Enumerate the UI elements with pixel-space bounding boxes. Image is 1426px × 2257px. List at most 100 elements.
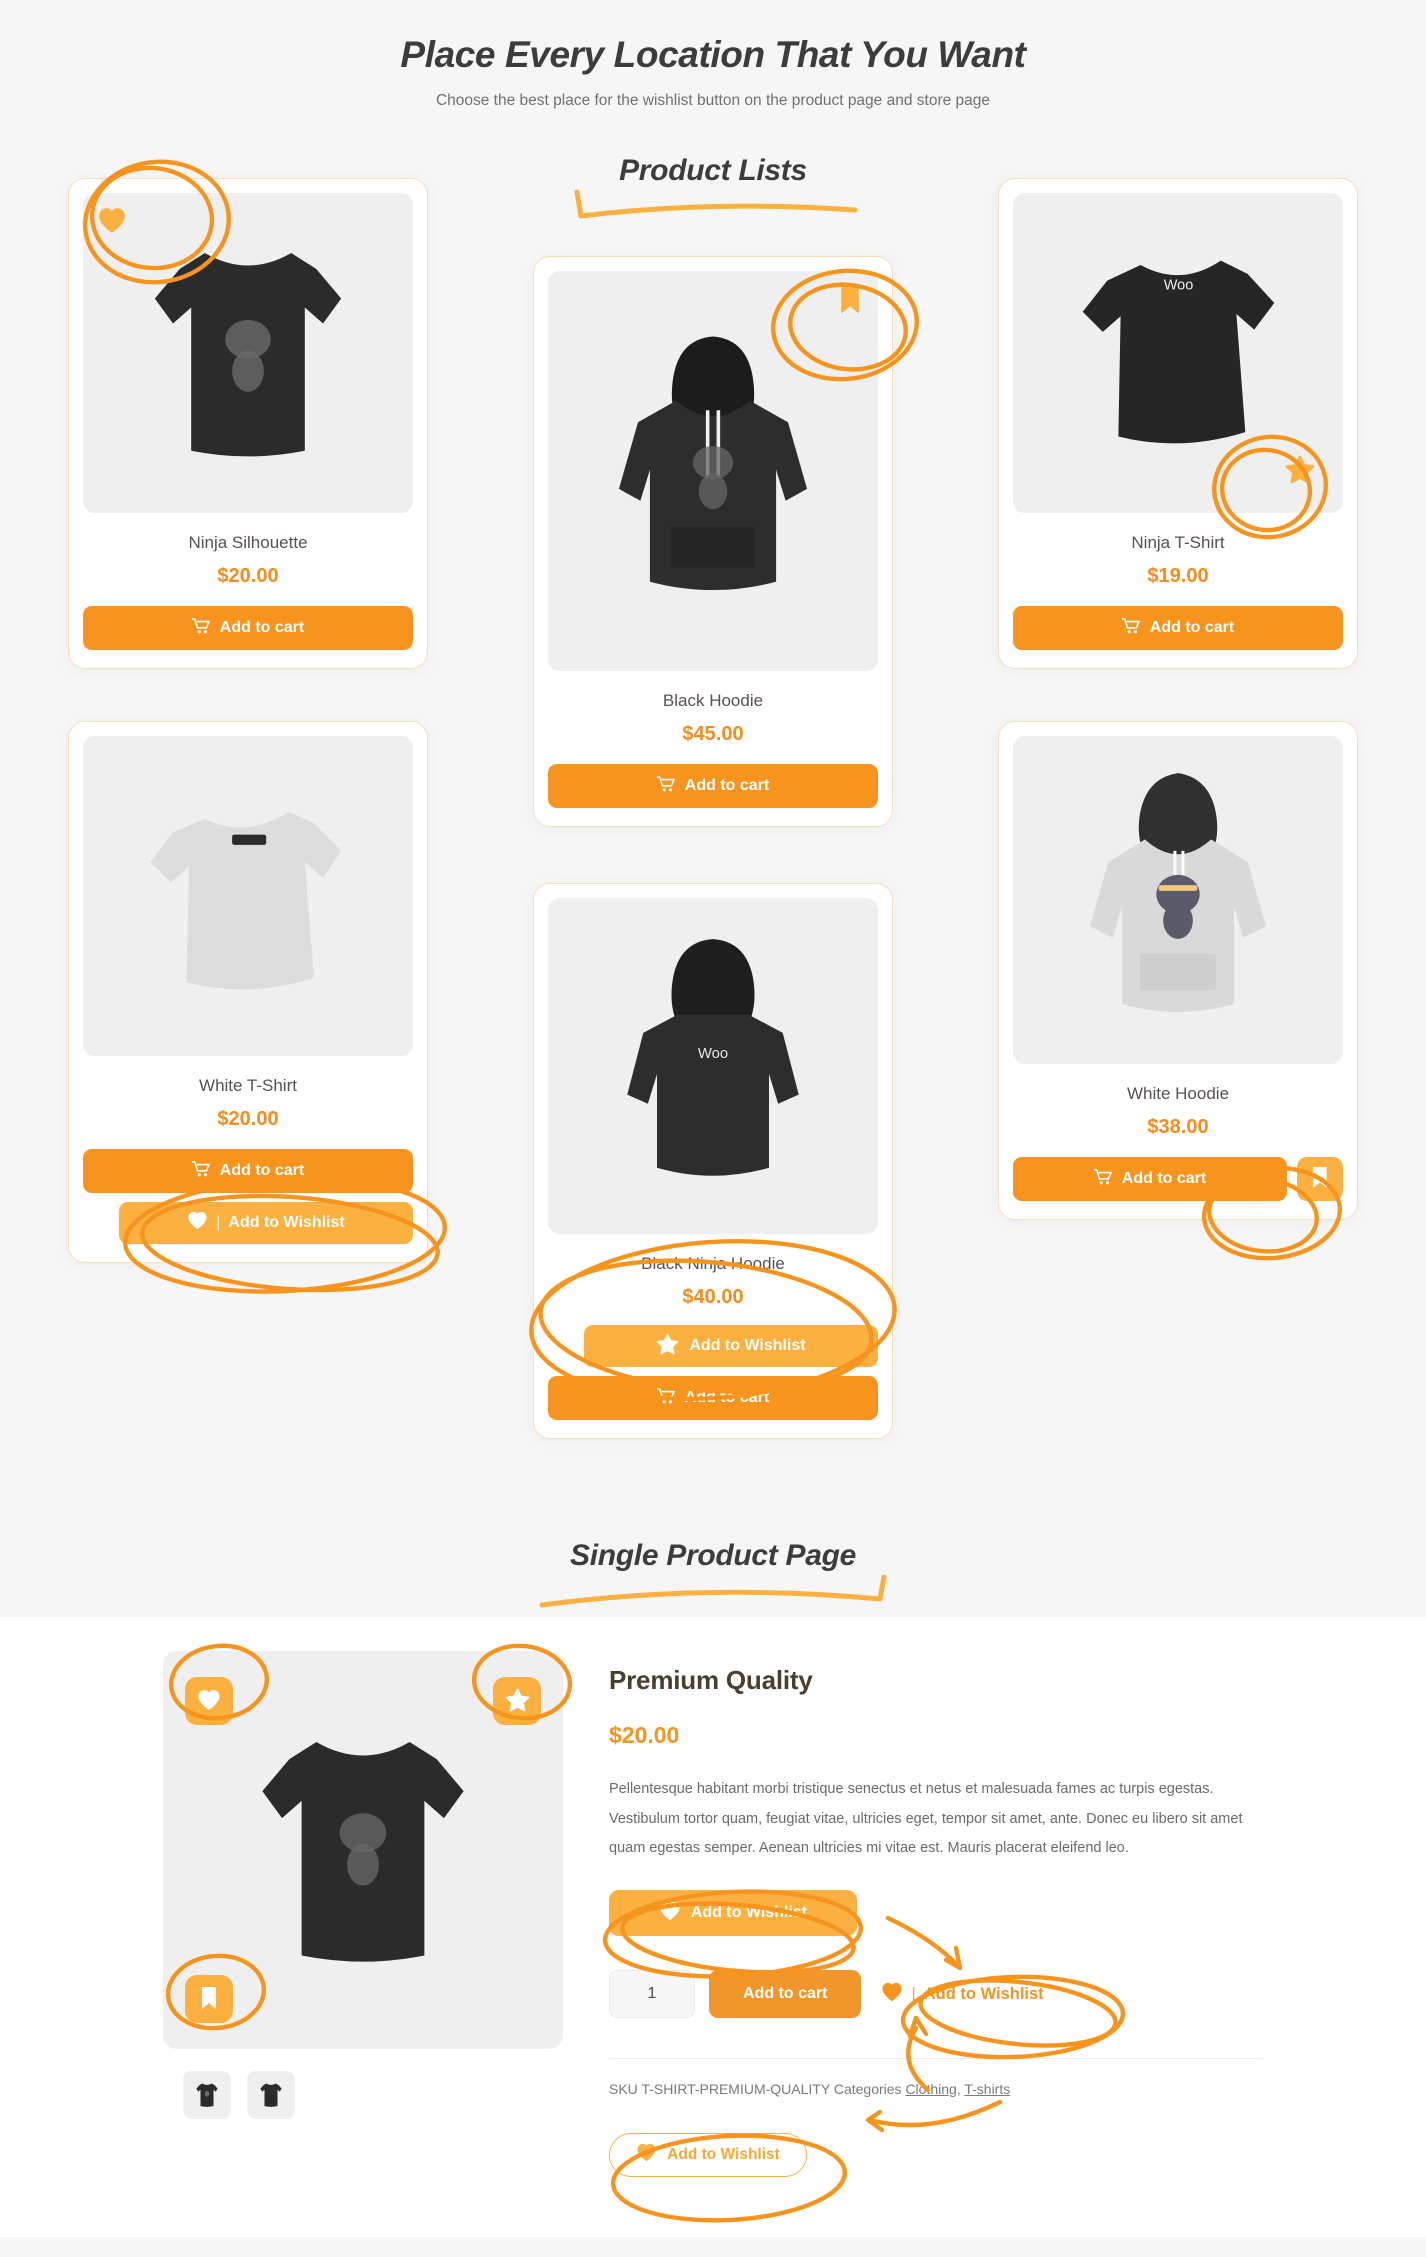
product-price: $20.00 (609, 1722, 680, 1748)
add-to-wishlist-outline-button[interactable]: Add to Wishlist (609, 2133, 807, 2178)
product-name: Ninja Silhouette (188, 533, 308, 552)
purchase-row: Add to cart | Add to Wishlist (609, 1970, 1263, 2019)
add-to-wishlist-label: Add to Wishlist (228, 1214, 345, 1231)
product-name: White T-Shirt (199, 1076, 297, 1095)
add-to-cart-button[interactable]: Add to cart (709, 1970, 862, 2019)
add-to-cart-label: Add to cart (684, 1389, 770, 1406)
add-to-wishlist-button[interactable] (1297, 1157, 1343, 1201)
wishlist-separator: | (911, 1984, 916, 2003)
add-to-wishlist-star-button[interactable] (493, 1677, 541, 1725)
tshirt-white-back-illustration (150, 811, 342, 990)
product-name: Black Hoodie (662, 691, 764, 710)
categories-separator: , (956, 2081, 961, 2098)
single-product-heading-text: Single Product Page (569, 1539, 857, 1572)
add-to-wishlist-label: Add to Wishlist (923, 1984, 1044, 2003)
page-subtitle: Choose the best place for the wishlist b… (435, 92, 991, 109)
heart-icon (187, 1211, 208, 1235)
product-name: Ninja T-Shirt (1131, 533, 1225, 552)
product-main-image (163, 1651, 563, 2049)
add-to-cart-label: Add to cart (1121, 1170, 1207, 1187)
cart-icon (191, 617, 210, 639)
add-to-wishlist-button[interactable]: Add to Wishlist (609, 1890, 857, 1937)
product-column-right: Woo Ninja T-Shirt $19.00 Add to cart Whi… (998, 178, 1358, 1439)
category-link-tshirts[interactable]: T-shirts (964, 2081, 1010, 2097)
product-column-center: Black Hoodie $45.00 Add to cart Woo Blac… (533, 212, 893, 1439)
page-header: Place Every Location That You Want Choos… (0, 0, 1426, 116)
product-card[interactable]: Ninja Silhouette $20.00 Add to cart (68, 178, 428, 669)
product-card[interactable]: White T-Shirt $20.00 Add to cart | Add t… (68, 721, 428, 1263)
product-image (83, 193, 413, 513)
cart-icon (1121, 617, 1140, 639)
product-name: Black Ninja Hoodie (641, 1254, 785, 1273)
add-to-cart-button[interactable]: Add to cart (548, 764, 878, 808)
add-to-cart-button[interactable]: Add to cart (548, 1376, 878, 1420)
gallery-thumbnails (183, 2071, 563, 2119)
hoodie-black-front-illustration (618, 336, 808, 591)
bookmark-icon (200, 1986, 218, 2013)
bookmark-icon[interactable] (838, 285, 862, 320)
meta-divider (609, 2058, 1263, 2060)
tshirt-black-front-illustration (262, 1742, 464, 1962)
product-image: Woo (548, 898, 878, 1234)
sku-label: SKU (609, 2081, 638, 2098)
gallery-thumbnail[interactable] (247, 2071, 295, 2119)
page-title: Place Every Location That You Want (400, 34, 1026, 75)
sku-value: T-SHIRT-PREMIUM-QUALITY (641, 2081, 830, 2098)
product-description: Pellentesque habitant morbi tristique se… (609, 1781, 1243, 1857)
categories-label: Categories (833, 2081, 902, 2098)
wishlist-separator: | (216, 1214, 221, 1231)
product-price: $20.00 (217, 1108, 279, 1130)
category-link-clothing[interactable]: Clothing (905, 2081, 956, 2097)
add-to-cart-label: Add to cart (684, 777, 770, 794)
single-product-heading: Single Product Page (0, 1539, 1426, 1617)
product-price: $38.00 (1147, 1116, 1209, 1138)
quantity-input[interactable] (609, 1970, 695, 2019)
add-to-cart-label: Add to cart (743, 1985, 828, 2003)
hoodie-black-back-illustration: Woo (627, 939, 799, 1176)
add-to-wishlist-heart-button[interactable] (185, 1677, 233, 1725)
add-to-wishlist-bookmark-button[interactable] (185, 1975, 233, 2023)
add-to-wishlist-button[interactable]: Add to Wishlist (584, 1325, 878, 1367)
product-card[interactable]: Woo Black Ninja Hoodie $40.00 Add to Wis… (533, 883, 893, 1439)
svg-text:Woo: Woo (1163, 278, 1193, 294)
add-to-cart-button[interactable]: Add to cart (83, 606, 413, 650)
product-price: $45.00 (682, 723, 744, 745)
product-name: White Hoodie (1126, 1084, 1230, 1103)
add-to-wishlist-label: Add to Wishlist (690, 1904, 808, 1922)
product-title: Premium Quality (609, 1665, 813, 1695)
product-price: $20.00 (217, 565, 279, 587)
product-card[interactable]: Woo Ninja T-Shirt $19.00 Add to cart (998, 178, 1358, 669)
heart-icon (197, 1689, 221, 1714)
cart-icon (656, 775, 675, 797)
product-gallery (163, 1651, 563, 2177)
heart-icon (636, 2143, 657, 2167)
add-to-cart-button[interactable]: Add to cart (83, 1149, 413, 1193)
cart-wishlist-row: Add to cart (1013, 1157, 1343, 1201)
add-to-wishlist-label: Add to Wishlist (689, 1337, 806, 1354)
single-product-layout: Premium Quality $20.00 Pellentesque habi… (163, 1651, 1263, 2178)
product-card[interactable]: White Hoodie $38.00 Add to cart (998, 721, 1358, 1220)
product-card[interactable]: Black Hoodie $45.00 Add to cart (533, 256, 893, 827)
star-icon[interactable] (1285, 455, 1315, 489)
heart-icon (659, 1901, 681, 1926)
add-to-cart-button[interactable]: Add to cart (1013, 606, 1343, 650)
star-icon (656, 1333, 679, 1360)
product-column-left: Ninja Silhouette $20.00 Add to cart Whit… (68, 178, 428, 1439)
product-image (83, 736, 413, 1056)
product-image: Woo (1013, 193, 1343, 513)
product-image (548, 271, 878, 671)
add-to-wishlist-link[interactable]: | Add to Wishlist (875, 1982, 1049, 2007)
tshirt-black-back-illustration: Woo (1082, 260, 1274, 444)
add-to-cart-button[interactable]: Add to cart (1013, 1157, 1287, 1201)
heading-underline-swoosh (539, 1575, 887, 1608)
heart-icon[interactable] (97, 207, 127, 239)
product-price: $40.00 (682, 1286, 744, 1308)
add-to-wishlist-button[interactable]: | Add to Wishlist (119, 1202, 413, 1244)
heart-icon (881, 1982, 903, 2007)
bookmark-icon (1311, 1166, 1329, 1192)
gallery-thumbnail[interactable] (183, 2071, 231, 2119)
product-price: $19.00 (1147, 565, 1209, 587)
hoodie-white-front-illustration (1090, 773, 1266, 1012)
product-details: Premium Quality $20.00 Pellentesque habi… (609, 1651, 1263, 2178)
add-to-cart-label: Add to cart (219, 1162, 305, 1179)
